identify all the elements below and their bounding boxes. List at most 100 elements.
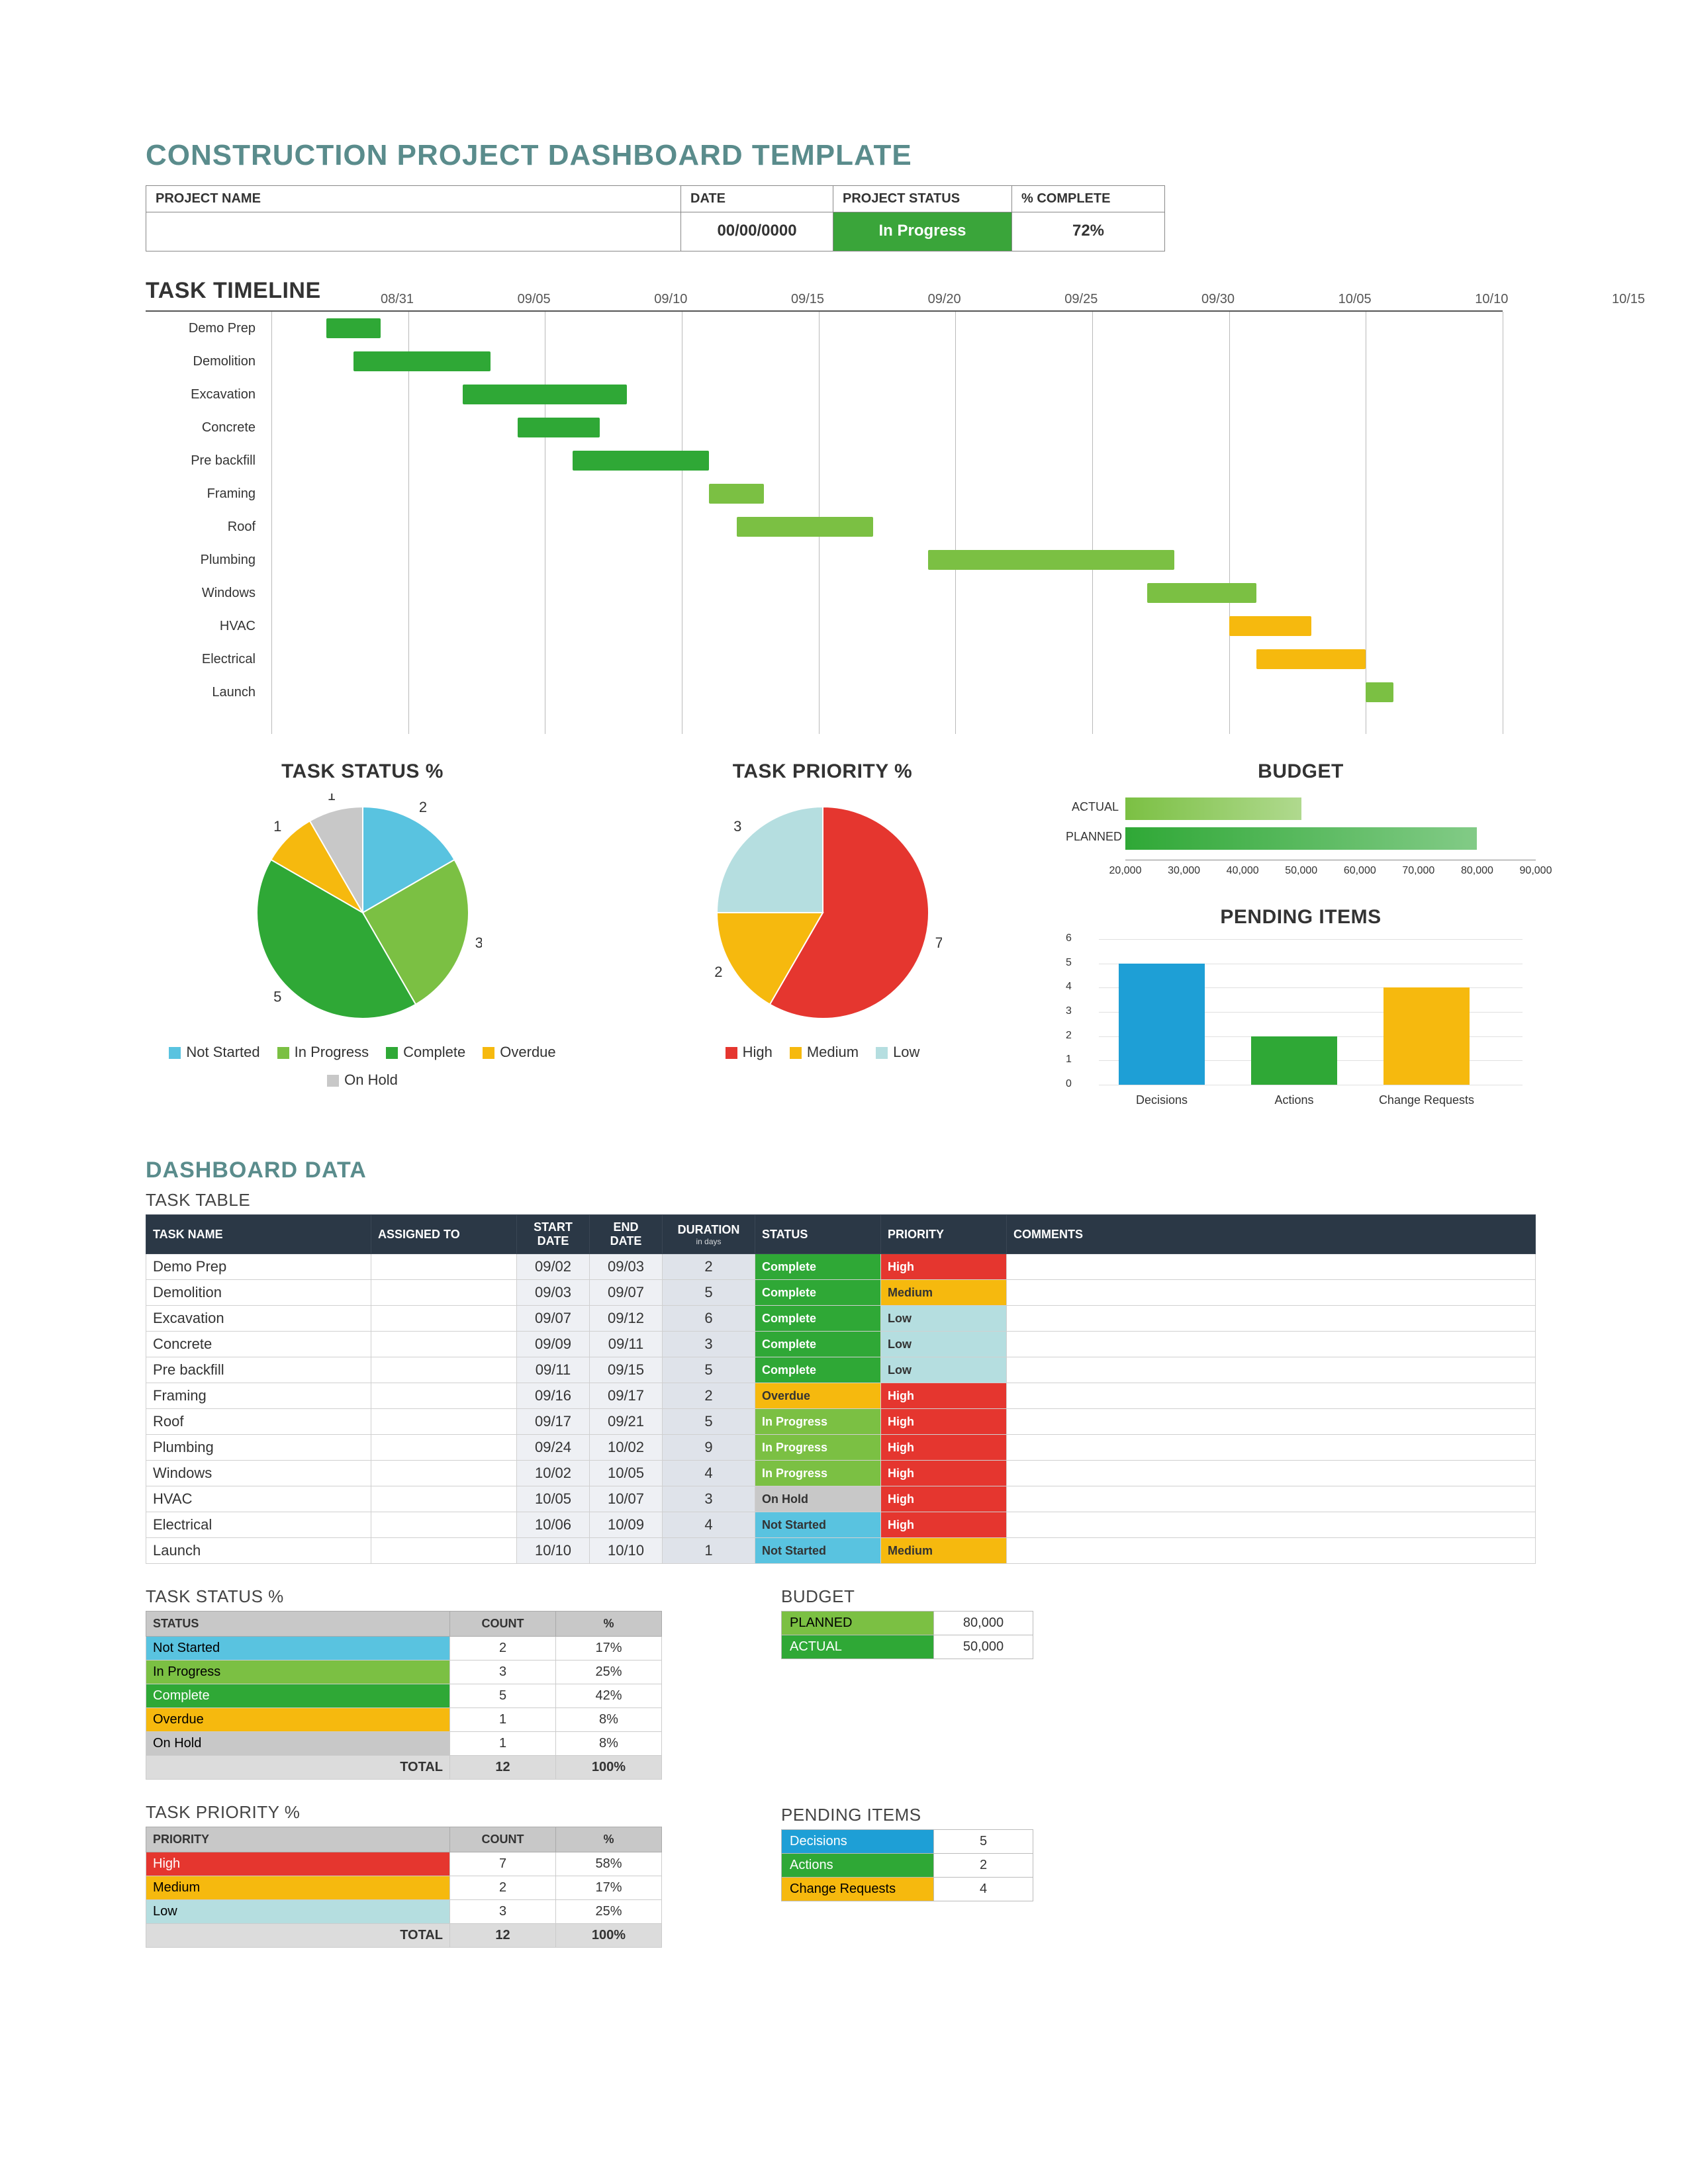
comments-cell[interactable]: [1007, 1332, 1536, 1357]
mini-pct: 8%: [556, 1708, 662, 1732]
mini-total-count: 12: [450, 1756, 556, 1780]
gantt-tick: 09/20: [928, 292, 961, 307]
table-row: Complete542%: [146, 1684, 662, 1708]
pending-bar-label: Decisions: [1105, 1093, 1218, 1107]
mini-total-pct: 100%: [556, 1924, 662, 1948]
priority-cell: High: [881, 1512, 1007, 1538]
start-date-cell: 10/06: [517, 1512, 590, 1538]
assigned-cell[interactable]: [371, 1538, 517, 1564]
end-date-cell: 09/07: [590, 1280, 663, 1306]
status-cell: Complete: [755, 1332, 881, 1357]
mini-count: 2: [450, 1876, 556, 1900]
pending-bar: [1119, 964, 1205, 1085]
mini-header: %: [556, 1612, 662, 1637]
comments-cell[interactable]: [1007, 1512, 1536, 1538]
pending-bar-label: Change Requests: [1370, 1093, 1483, 1107]
start-date-cell: 09/11: [517, 1357, 590, 1383]
table-row: Roof09/1709/215In ProgressHigh: [146, 1409, 1536, 1435]
status-cell: Complete: [755, 1280, 881, 1306]
budget-tick: 80,000: [1461, 865, 1493, 877]
task-table-heading: TASK TABLE: [146, 1190, 1556, 1210]
kv-label: Change Requests: [782, 1878, 934, 1901]
comments-cell[interactable]: [1007, 1383, 1536, 1409]
mini-total-pct: 100%: [556, 1756, 662, 1780]
budget-tick: 90,000: [1520, 865, 1552, 877]
dashboard-data-heading: DASHBOARD DATA: [146, 1158, 1556, 1183]
comments-cell[interactable]: [1007, 1435, 1536, 1461]
priority-cell: High: [881, 1383, 1007, 1409]
assigned-cell[interactable]: [371, 1306, 517, 1332]
mini-count: 7: [450, 1852, 556, 1876]
gantt-row-label: Electrical: [146, 652, 265, 667]
assigned-cell[interactable]: [371, 1357, 517, 1383]
start-date-cell: 09/03: [517, 1280, 590, 1306]
table-row: Electrical10/0610/094Not StartedHigh: [146, 1512, 1536, 1538]
task-name-cell: Plumbing: [146, 1435, 371, 1461]
kv-value: 50,000: [934, 1635, 1033, 1659]
duration-cell: 3: [663, 1486, 755, 1512]
status-cell: In Progress: [755, 1461, 881, 1486]
gantt-tick: 10/05: [1338, 292, 1372, 307]
assigned-cell[interactable]: [371, 1254, 517, 1280]
assigned-cell[interactable]: [371, 1512, 517, 1538]
status-cell: Not Started: [755, 1512, 881, 1538]
assigned-cell[interactable]: [371, 1332, 517, 1357]
table-row: In Progress325%: [146, 1661, 662, 1684]
budget-tick: 60,000: [1344, 865, 1376, 877]
pending-ytick: 5: [1066, 957, 1072, 969]
gantt-tick: 09/10: [654, 292, 687, 307]
table-row: Decisions5: [782, 1830, 1033, 1854]
table-row: Actions2: [782, 1854, 1033, 1878]
gantt-bar: [1256, 649, 1366, 669]
mini-total-label: TOTAL: [146, 1924, 450, 1948]
legend-item: Not Started: [169, 1044, 259, 1061]
comments-cell[interactable]: [1007, 1409, 1536, 1435]
assigned-cell[interactable]: [371, 1280, 517, 1306]
comments-cell[interactable]: [1007, 1357, 1536, 1383]
pie-slice-label: 1: [273, 818, 281, 835]
gantt-chart: 08/3109/0509/1009/1509/2009/2509/3010/05…: [146, 310, 1503, 734]
assigned-cell[interactable]: [371, 1461, 517, 1486]
kv-label: ACTUAL: [782, 1635, 934, 1659]
duration-cell: 4: [663, 1461, 755, 1486]
table-row: HVAC10/0510/073On HoldHigh: [146, 1486, 1536, 1512]
assigned-cell[interactable]: [371, 1435, 517, 1461]
gantt-bar: [1147, 583, 1256, 603]
assigned-cell[interactable]: [371, 1486, 517, 1512]
duration-cell: 1: [663, 1538, 755, 1564]
task-table-header: STARTDATE: [517, 1215, 590, 1254]
legend-swatch: [790, 1047, 802, 1059]
gantt-tick: 09/15: [791, 292, 824, 307]
pie-slice: [717, 807, 823, 913]
project-name-label: PROJECT NAME: [146, 186, 680, 212]
pie-slice-label: 5: [273, 989, 281, 1005]
gantt-row: Excavation: [146, 378, 1503, 411]
pie-slice-label: 1: [327, 794, 335, 803]
date-value[interactable]: 00/00/0000: [681, 212, 833, 251]
comments-cell[interactable]: [1007, 1538, 1536, 1564]
assigned-cell[interactable]: [371, 1383, 517, 1409]
comments-cell[interactable]: [1007, 1306, 1536, 1332]
comments-cell[interactable]: [1007, 1461, 1536, 1486]
kv-value: 5: [934, 1830, 1033, 1854]
comments-cell[interactable]: [1007, 1486, 1536, 1512]
mini-count: 2: [450, 1637, 556, 1661]
gantt-row: HVAC: [146, 610, 1503, 643]
comments-cell[interactable]: [1007, 1254, 1536, 1280]
comments-cell[interactable]: [1007, 1280, 1536, 1306]
mini-label: Medium: [146, 1876, 450, 1900]
gantt-row: Launch: [146, 676, 1503, 709]
status-cell: In Progress: [755, 1435, 881, 1461]
project-name-value[interactable]: [146, 212, 680, 251]
pie-slice-label: 7: [935, 934, 941, 951]
budget-bar: [1125, 827, 1477, 850]
kv-label: PLANNED: [782, 1612, 934, 1635]
start-date-cell: 09/09: [517, 1332, 590, 1357]
status-cell: Complete: [755, 1306, 881, 1332]
task-name-cell: Demo Prep: [146, 1254, 371, 1280]
kv-label: Actions: [782, 1854, 934, 1878]
pct-complete-value: 72%: [1012, 212, 1164, 251]
assigned-cell[interactable]: [371, 1409, 517, 1435]
duration-cell: 9: [663, 1435, 755, 1461]
mini-total-label: TOTAL: [146, 1756, 450, 1780]
